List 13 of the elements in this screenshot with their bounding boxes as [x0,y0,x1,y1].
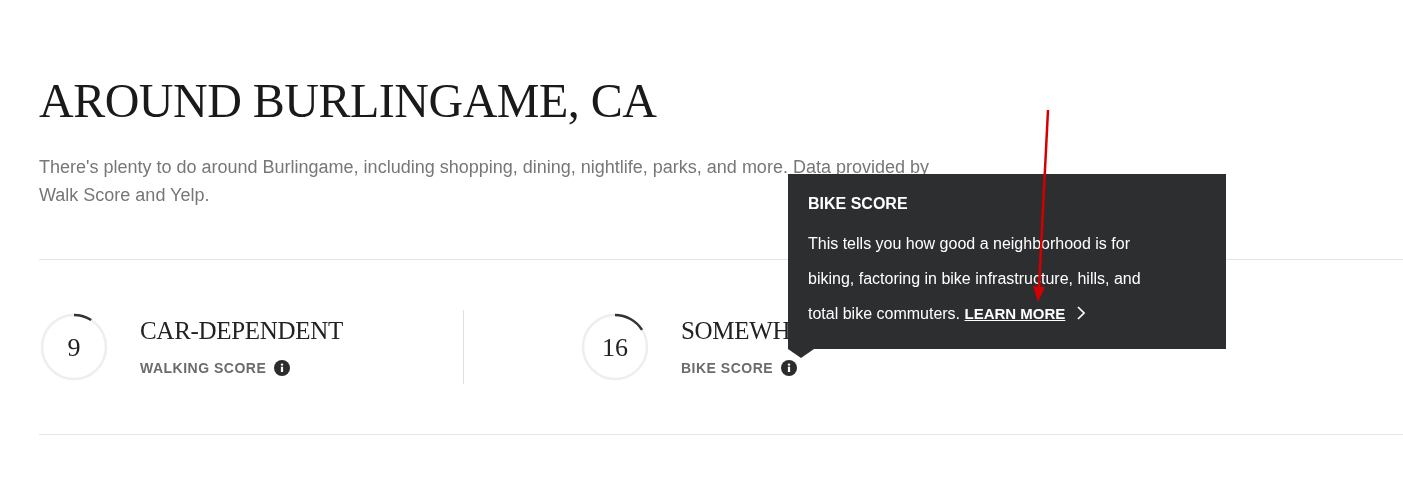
score-value: 9 [67,331,81,364]
learn-more-link[interactable]: LEARN MORE [964,305,1066,322]
info-icon[interactable] [781,360,798,376]
chevron-right-icon [1077,306,1086,320]
score-label: WALKING SCORE [140,358,267,378]
intro-text-line: Walk Score and Yelp. [39,184,210,207]
page-title: AROUND BURLINGAME, CA [39,73,658,129]
score-value: 16 [602,331,628,364]
info-icon[interactable] [274,360,291,376]
tooltip-title: BIKE SCORE [808,194,909,214]
score-heading: CAR-DEPENDENT [140,315,344,346]
score-label: BIKE SCORE [681,358,774,378]
score-heading: SOMEWH [681,315,792,346]
